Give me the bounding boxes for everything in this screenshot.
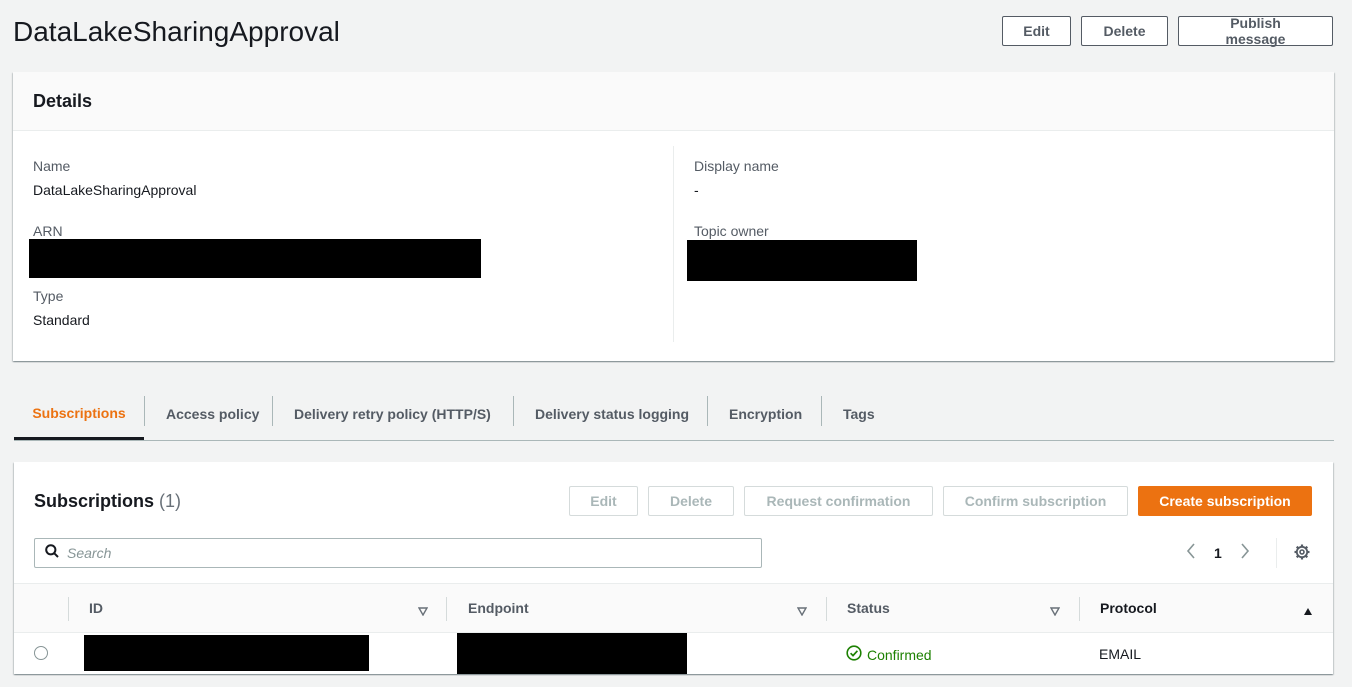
sort-down-icon[interactable]	[417, 603, 429, 621]
arn-label: ARN	[33, 223, 63, 239]
tab-divider	[272, 396, 273, 426]
topic-owner-value-redacted	[687, 240, 917, 281]
gear-icon[interactable]	[1294, 544, 1310, 565]
search-icon	[45, 543, 59, 563]
topic-owner-field: Topic owner	[694, 223, 769, 239]
details-heading: Details	[33, 91, 93, 111]
tab-delivery-status-logging[interactable]: Delivery status logging	[535, 388, 689, 440]
request-confirmation-button[interactable]: Request confirmation	[744, 486, 933, 516]
tab-tags[interactable]: Tags	[843, 388, 875, 440]
column-divider	[673, 146, 674, 342]
arn-value-redacted	[29, 239, 481, 278]
confirm-subscription-button[interactable]: Confirm subscription	[943, 486, 1128, 516]
type-value: Standard	[33, 312, 90, 328]
subscriptions-title: Subscriptions	[34, 491, 155, 511]
next-page-icon[interactable]	[1240, 542, 1250, 564]
subscriptions-actions: Edit Delete Request confirmation Confirm…	[569, 486, 1312, 516]
column-header-id[interactable]: ID	[89, 584, 103, 632]
sort-down-icon[interactable]	[1049, 603, 1061, 621]
topic-tabs: Subscriptions Access policy Delivery ret…	[14, 388, 1334, 441]
arn-field: ARN	[33, 223, 63, 239]
subscriptions-panel: Subscriptions (1) Edit Delete Request co…	[14, 462, 1333, 674]
endpoint-redacted	[457, 633, 687, 674]
tab-subscriptions[interactable]: Subscriptions	[14, 388, 144, 440]
column-divider	[446, 597, 447, 621]
display-name-label: Display name	[694, 158, 779, 174]
table-row[interactable]: Confirmed EMAIL	[14, 633, 1333, 674]
type-field: Type Standard	[33, 288, 90, 328]
column-divider	[826, 597, 827, 621]
sort-up-icon[interactable]	[1303, 603, 1313, 621]
delete-button[interactable]: Delete	[1081, 16, 1168, 46]
status-value: Confirmed	[867, 646, 932, 663]
name-field: Name DataLakeSharingApproval	[33, 158, 196, 198]
check-circle-icon	[846, 645, 862, 664]
type-label: Type	[33, 288, 64, 304]
sort-down-icon[interactable]	[796, 603, 808, 621]
name-value: DataLakeSharingApproval	[33, 182, 197, 198]
search-box[interactable]	[34, 538, 762, 568]
search-input[interactable]	[67, 545, 717, 561]
page-title: DataLakeSharingApproval	[13, 16, 340, 47]
subscription-id-redacted[interactable]	[84, 635, 369, 671]
column-divider	[68, 597, 69, 621]
column-header-protocol[interactable]: Protocol	[1100, 584, 1157, 632]
table-header: ID Endpoint Status Protocol	[14, 583, 1333, 633]
details-header: Details	[13, 72, 1334, 131]
tab-divider	[513, 396, 514, 426]
edit-button[interactable]: Edit	[1002, 16, 1071, 46]
tab-divider	[821, 396, 822, 426]
tab-divider	[707, 396, 708, 426]
status-cell: Confirmed	[846, 645, 932, 664]
delete-subscription-button[interactable]: Delete	[648, 486, 734, 516]
previous-page-icon[interactable]	[1186, 542, 1196, 564]
current-page-number[interactable]: 1	[1214, 545, 1222, 561]
column-divider	[1079, 597, 1080, 621]
display-name-value: -	[694, 182, 699, 198]
subscriptions-count: (1)	[159, 491, 182, 511]
publish-message-button[interactable]: Publish message	[1178, 15, 1333, 47]
create-subscription-button[interactable]: Create subscription	[1138, 486, 1312, 516]
tab-delivery-retry-policy[interactable]: Delivery retry policy (HTTP/S)	[294, 388, 491, 440]
tab-encryption[interactable]: Encryption	[729, 388, 802, 440]
protocol-value: EMAIL	[1099, 646, 1142, 662]
row-select-radio[interactable]	[34, 646, 48, 660]
details-panel: Details Name DataLakeSharingApproval ARN…	[13, 72, 1334, 361]
column-header-status[interactable]: Status	[847, 584, 890, 632]
header-actions: Edit Delete Publish message	[1002, 15, 1333, 47]
subscriptions-heading: Subscriptions (1)	[34, 491, 181, 512]
name-label: Name	[33, 158, 71, 174]
column-header-endpoint[interactable]: Endpoint	[468, 584, 529, 632]
pagination: 1	[1186, 542, 1250, 564]
page-header: DataLakeSharingApproval Edit Delete Publ…	[13, 14, 1333, 50]
pager-divider	[1276, 538, 1277, 568]
tab-access-policy[interactable]: Access policy	[166, 388, 259, 440]
display-name-field: Display name -	[694, 158, 779, 198]
edit-subscription-button[interactable]: Edit	[569, 486, 638, 516]
tab-divider	[144, 396, 145, 426]
topic-owner-label: Topic owner	[694, 223, 769, 239]
